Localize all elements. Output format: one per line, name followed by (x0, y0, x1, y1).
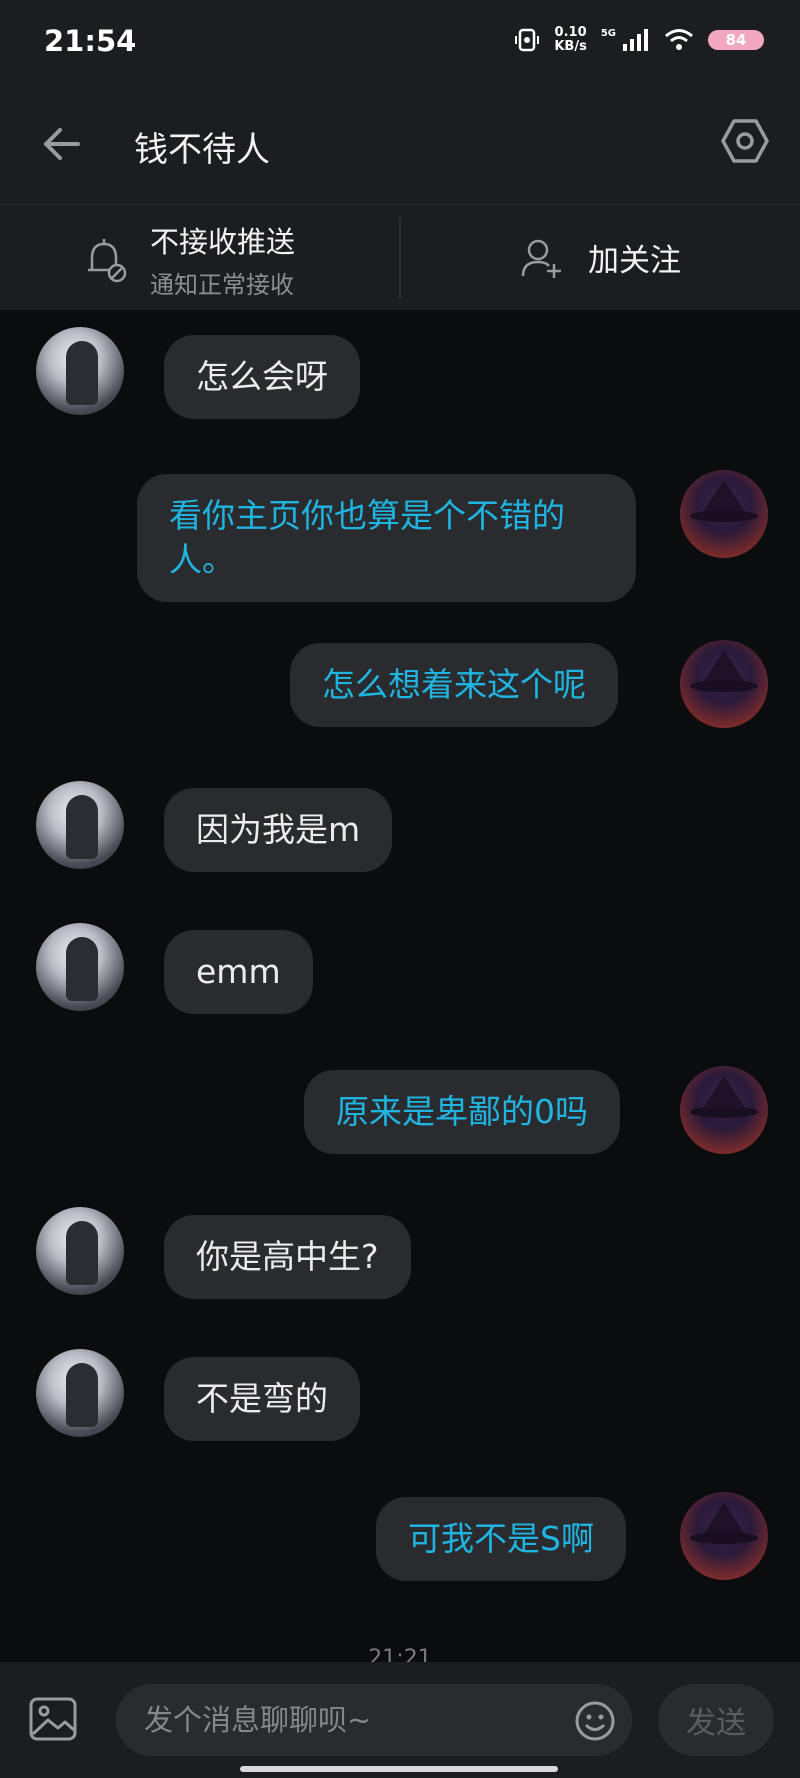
action-bar: 不接收推送 通知正常接收 加关注 (0, 205, 800, 310)
push-label: 不接收推送 (150, 225, 296, 259)
vibrate-icon (515, 28, 540, 52)
push-sublabel: 通知正常接收 (150, 271, 294, 299)
send-button[interactable]: 发送 (658, 1684, 774, 1756)
network-type: 5G (600, 27, 616, 39)
sent-message-bubble[interactable]: 看你主页你也算是个不错的人。 (137, 474, 636, 602)
user-avatar[interactable] (680, 470, 768, 558)
contact-avatar[interactable] (36, 781, 124, 869)
user-avatar[interactable] (680, 1492, 768, 1580)
settings-icon[interactable] (720, 116, 770, 166)
received-message-bubble[interactable]: emm (164, 930, 313, 1014)
received-message-bubble[interactable]: 因为我是m (164, 788, 393, 872)
signal-icon (623, 29, 648, 51)
network-speed-unit: KB/s (554, 39, 587, 54)
contact-avatar[interactable] (36, 327, 124, 415)
sent-message-bubble[interactable]: 原来是卑鄙的0吗 (304, 1070, 620, 1154)
chat-header: 钱不待人 (0, 86, 800, 205)
network-speed-value: 0.10 (554, 25, 587, 40)
status-bar: 21:54 0.10 KB/s 5G 84 (0, 0, 800, 86)
received-message-bubble[interactable]: 怎么会呀 (164, 335, 360, 419)
user-avatar[interactable] (680, 640, 768, 728)
status-icons: 0.10 KB/s 5G 84 (514, 26, 764, 54)
battery-indicator: 84 (708, 30, 764, 50)
network-speed: 0.10 KB/s (554, 26, 586, 54)
status-time: 21:54 (44, 24, 137, 58)
sent-message-bubble[interactable]: 怎么想着来这个呢 (290, 643, 618, 727)
contact-avatar[interactable] (36, 1349, 124, 1437)
follow-label: 加关注 (588, 243, 681, 279)
input-bar: 发送 (0, 1662, 800, 1778)
message-list[interactable]: 怎么会呀 看你主页你也算是个不错的人。 怎么想着来这个呢 因为我是m emm 原… (0, 310, 800, 1662)
home-indicator[interactable] (240, 1766, 558, 1772)
wifi-icon (665, 29, 693, 50)
contact-avatar[interactable] (36, 923, 124, 1011)
message-input[interactable] (116, 1684, 632, 1756)
contact-avatar[interactable] (36, 1207, 124, 1295)
follow-button[interactable]: 加关注 (520, 235, 681, 280)
push-setting-button[interactable]: 不接收推送 通知正常接收 (84, 219, 295, 300)
received-message-bubble[interactable]: 不是弯的 (164, 1357, 360, 1441)
sent-message-bubble[interactable]: 可我不是S啊 (376, 1497, 626, 1581)
chat-title: 钱不待人 (134, 130, 270, 170)
add-user-icon (521, 239, 561, 278)
bell-muted-icon (88, 238, 127, 282)
message-timestamp: 21:21 (368, 1646, 432, 1662)
image-icon[interactable] (28, 1696, 78, 1742)
emoji-icon[interactable] (574, 1700, 616, 1742)
action-divider (399, 217, 401, 299)
received-message-bubble[interactable]: 你是高中生? (164, 1215, 411, 1299)
user-avatar[interactable] (680, 1066, 768, 1154)
back-arrow-icon[interactable] (40, 122, 84, 166)
